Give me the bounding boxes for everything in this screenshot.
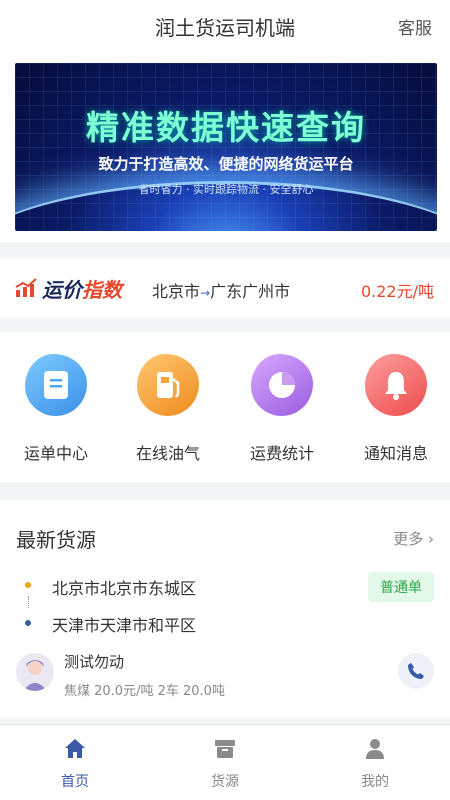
fuel-pump-icon xyxy=(137,354,199,416)
price-value: 0.22元/吨 xyxy=(360,282,434,301)
section-title: 最新货源 xyxy=(16,528,96,552)
menu-label: 通知消息 xyxy=(363,444,428,463)
tab-home[interactable]: 首页 xyxy=(0,737,150,791)
pie-chart-icon xyxy=(251,354,313,416)
price-index-bar[interactable]: 运价指数 北京市→广东广州市 0.22元/吨 xyxy=(0,258,450,318)
origin-dot xyxy=(25,582,31,588)
menu-item-freight-stats[interactable]: 运费统计 xyxy=(226,354,338,464)
trend-chart-icon xyxy=(15,278,37,297)
avatar xyxy=(16,653,54,691)
bell-icon xyxy=(365,354,427,416)
page-title: 润土货运司机端 xyxy=(155,16,295,40)
tab-mine[interactable]: 我的 xyxy=(300,737,450,791)
banner-subtitle: 致力于打造高效、便捷的网络货运平台 xyxy=(98,155,354,173)
menu-label: 在线油气 xyxy=(135,444,200,463)
tab-label: 首页 xyxy=(61,774,89,790)
route-destination: 广东广州市 xyxy=(210,282,291,301)
menu-label: 运费统计 xyxy=(249,444,314,463)
home-icon xyxy=(65,739,85,758)
menu-item-online-fuel[interactable]: 在线油气 xyxy=(112,354,224,464)
price-index-label-a: 运价 xyxy=(42,278,82,302)
cargo-box-icon xyxy=(215,740,235,758)
chevron-right-icon: › xyxy=(428,530,434,548)
menu-item-waybill-center[interactable]: 运单中心 xyxy=(0,354,112,464)
cargo-destination: 天津市天津市和平区 xyxy=(52,616,197,635)
banner-title: 精准数据快速查询 xyxy=(86,108,366,147)
more-label: 更多 xyxy=(393,530,424,548)
cargo-details: 焦煤 20.0元/吨 2车 20.0吨 xyxy=(64,684,225,699)
call-button[interactable] xyxy=(398,653,434,689)
app-header: 润土货运司机端 客服 xyxy=(0,0,450,50)
more-link[interactable]: 更多 › xyxy=(393,528,434,549)
route-arrow: → xyxy=(200,286,211,300)
bottom-tab-bar: 首页 货源 我的 xyxy=(0,724,450,800)
user-icon xyxy=(366,739,384,759)
destination-dot xyxy=(25,620,31,626)
order-type-badge: 普通单 xyxy=(368,572,434,602)
shipper-name: 测试勿动 xyxy=(64,653,125,671)
phone-icon xyxy=(408,663,424,679)
quick-menu: 运单中心 在线油气 运费统计 通知消息 xyxy=(0,332,450,482)
menu-item-notifications[interactable]: 通知消息 xyxy=(340,354,450,464)
latest-cargo-section: 最新货源 更多 › 北京市北京市东城区 天津市天津市和平区 普通单 测试勿动 焦… xyxy=(0,500,450,718)
route-connector xyxy=(28,596,29,608)
cargo-origin: 北京市北京市东城区 xyxy=(52,579,197,598)
banner-section: 精准数据快速查询 致力于打造高效、便捷的网络货运平台 省时省力 · 实时跟踪物流… xyxy=(0,50,450,242)
promo-banner[interactable]: 精准数据快速查询 致力于打造高效、便捷的网络货运平台 省时省力 · 实时跟踪物流… xyxy=(15,63,437,231)
banner-tagline: 省时省力 · 实时跟踪物流 · 安全舒心 xyxy=(138,183,314,196)
customer-service-link[interactable]: 客服 xyxy=(398,14,432,39)
price-route: 北京市→广东广州市 xyxy=(152,278,290,302)
menu-label: 运单中心 xyxy=(23,444,88,463)
tab-label: 我的 xyxy=(361,774,389,790)
price-index-label-b: 指数 xyxy=(82,278,122,302)
tab-cargo[interactable]: 货源 xyxy=(150,737,300,791)
tab-label: 货源 xyxy=(211,774,239,790)
route-origin: 北京市 xyxy=(152,282,201,301)
price-index-label: 运价指数 xyxy=(42,274,122,303)
waybill-icon xyxy=(25,354,87,416)
